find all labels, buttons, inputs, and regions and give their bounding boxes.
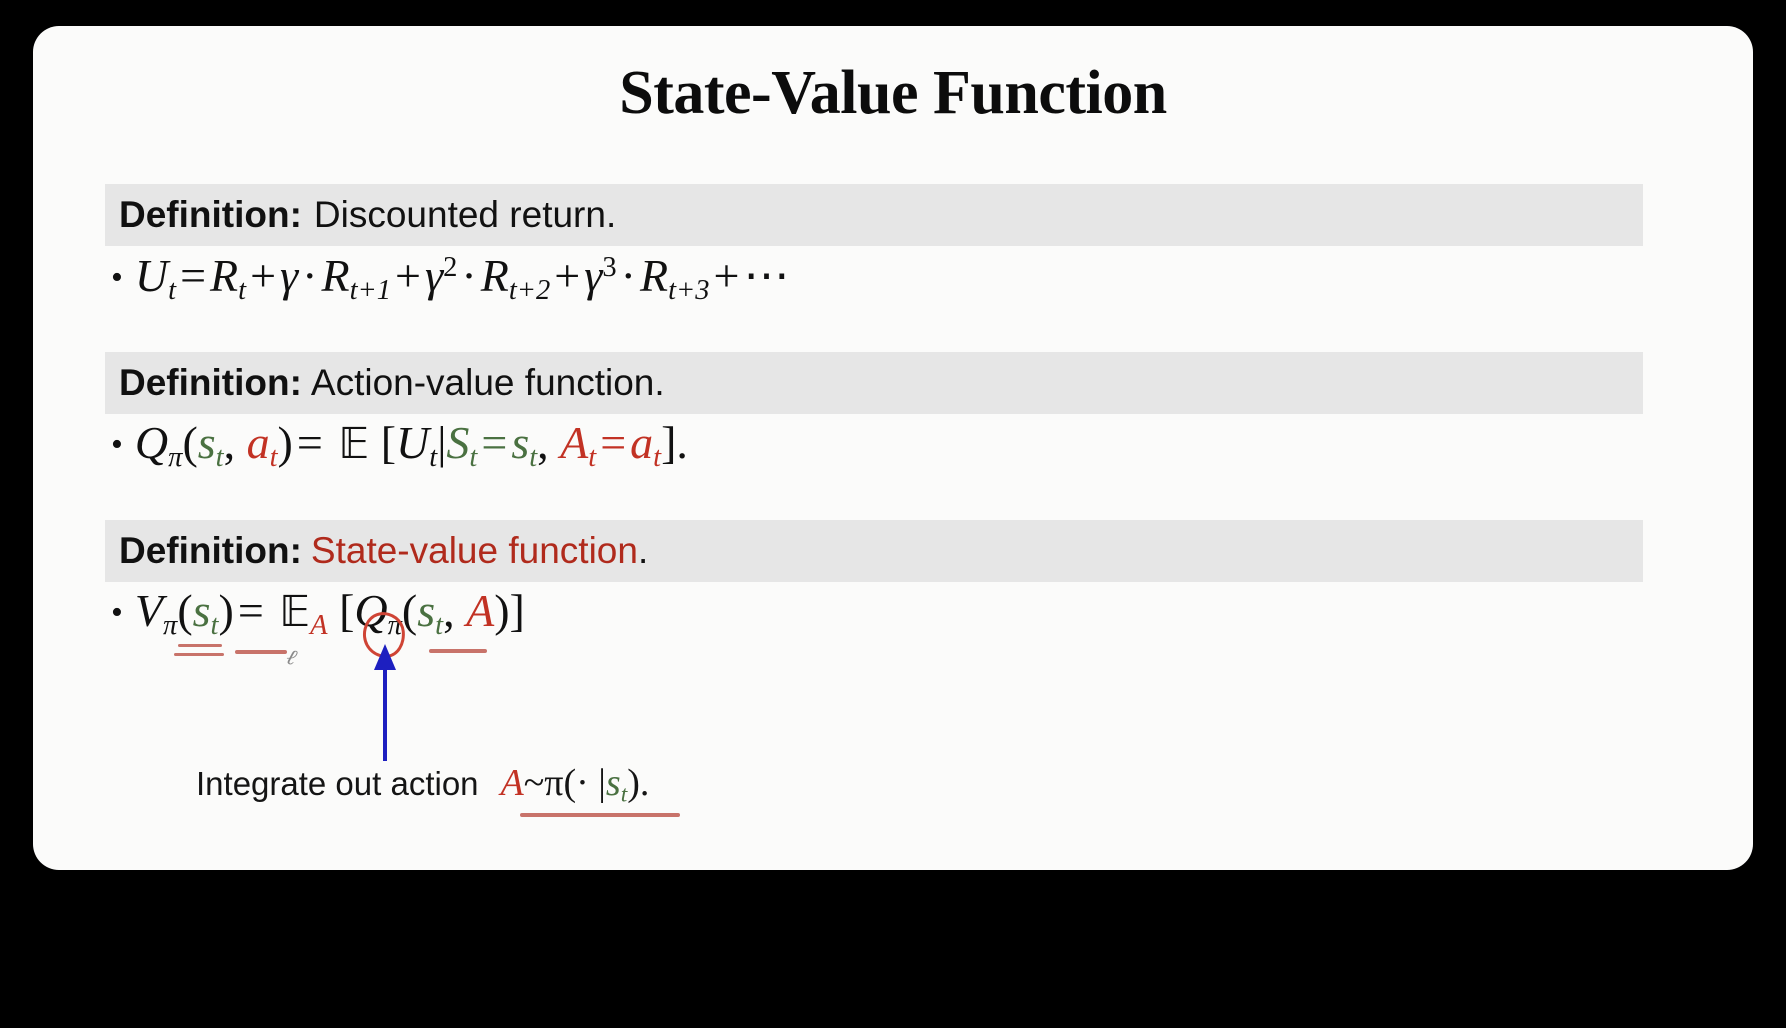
definition-bar-state-value-function: Definition: State-value function. bbox=[105, 520, 1643, 582]
formula-u-dot1: · bbox=[302, 250, 318, 301]
formula-v-lparen: ( bbox=[177, 585, 193, 636]
formula-v-state: s bbox=[192, 585, 211, 636]
formula-u-term3: R bbox=[480, 250, 509, 301]
formula-q-rbracket: ] bbox=[661, 417, 677, 468]
formula-u-ellipsis: ⋯ bbox=[743, 250, 790, 301]
definition-text: State-value function bbox=[310, 530, 638, 571]
formula-q-equals: = bbox=[296, 417, 323, 468]
formula-v-lbracket: [ bbox=[339, 585, 355, 636]
formula-v-state2-sub: t bbox=[435, 609, 444, 641]
formula-u-plus2: + bbox=[395, 250, 421, 301]
formula-q-state: s bbox=[197, 417, 216, 468]
formula-u-equals: = bbox=[180, 250, 207, 301]
definition-bar-action-value-function: Definition: Action-value function. bbox=[105, 352, 1643, 414]
formula-v-V: V bbox=[134, 585, 164, 636]
definition-text: Discounted return. bbox=[313, 194, 617, 235]
formula-q-action: a bbox=[246, 417, 270, 468]
formula-q-expectation-operator: 𝔼 bbox=[338, 419, 370, 468]
formula-u-gamma2-exp: 2 bbox=[443, 252, 458, 284]
formula-v-equals: = bbox=[237, 585, 264, 636]
annotation-note-action-rv: A bbox=[500, 762, 524, 804]
annotation-arrow-shaft bbox=[383, 666, 387, 761]
formula-q-comma: , bbox=[223, 417, 236, 468]
definition-bar-discounted-return: Definition: Discounted return. bbox=[105, 184, 1643, 246]
formula-u-term1: R bbox=[210, 250, 239, 301]
definition-text: Action-value function. bbox=[310, 362, 665, 403]
formula-u-term2: R bbox=[321, 250, 350, 301]
annotation-underline-state bbox=[235, 650, 287, 654]
annotation-note-close: ). bbox=[627, 762, 650, 804]
formula-q-action-sub: t bbox=[269, 441, 278, 473]
formula-v-state2: s bbox=[417, 585, 436, 636]
slide-frame: State-Value Function Definition: Discoun… bbox=[33, 26, 1753, 870]
formula-q-equals2: = bbox=[481, 417, 508, 468]
definition-label: Definition: bbox=[119, 194, 302, 235]
formula-v-expectation-operator: 𝔼 bbox=[279, 587, 311, 636]
formula-u-term3-sub: t+2 bbox=[508, 274, 551, 306]
formula-q-Q: Q bbox=[134, 417, 169, 468]
formula-u-plus3: + bbox=[554, 250, 581, 301]
formula-state-value-function: • Vπ(st)= 𝔼A [Qπ(st, A)] bbox=[111, 584, 525, 642]
formula-q-equals3: = bbox=[600, 417, 627, 468]
formula-u-term4: R bbox=[639, 250, 669, 301]
formula-q-state-sub: t bbox=[215, 441, 224, 473]
bullet-icon: • bbox=[111, 593, 123, 631]
formula-q-comma2: , bbox=[537, 417, 549, 468]
formula-q-State-rv: S bbox=[446, 417, 470, 468]
annotation-underline-policy-note bbox=[520, 813, 680, 817]
annotation-note-distribution: ~π(· | bbox=[523, 762, 606, 804]
formula-u-term2-sub: t+1 bbox=[349, 274, 392, 306]
formula-q-lparen: ( bbox=[182, 417, 198, 468]
formula-v-action-rv: A bbox=[466, 585, 495, 636]
formula-q-state2-sub: t bbox=[529, 441, 538, 473]
formula-q-rparen: ) bbox=[277, 417, 293, 468]
formula-q-period: . bbox=[676, 417, 688, 468]
formula-v-expectation-subscript-A: A bbox=[310, 609, 328, 641]
definition-label: Definition: bbox=[119, 530, 302, 571]
page-title: State-Value Function bbox=[619, 59, 1167, 127]
formula-u-plus1: + bbox=[250, 250, 277, 301]
formula-q-Action-rv-sub: t bbox=[588, 441, 597, 473]
annotation-note: Integrate out action A~π(· |st). bbox=[196, 761, 649, 809]
annotation-arrow-head-icon bbox=[374, 644, 396, 670]
formula-v-pi: π bbox=[163, 609, 178, 641]
formula-u-term1-sub: t bbox=[238, 274, 247, 306]
formula-q-lbracket: [ bbox=[380, 417, 397, 468]
formula-u-gamma3-exp: 3 bbox=[602, 252, 617, 284]
formula-v-rparen2: ) bbox=[494, 585, 510, 636]
formula-u-dot3: · bbox=[620, 250, 636, 301]
formula-u-gamma2: γ bbox=[425, 250, 444, 301]
formula-v-rparen: ) bbox=[218, 585, 234, 636]
formula-q-action2: a bbox=[630, 417, 654, 468]
formula-q-state2: s bbox=[511, 417, 530, 468]
formula-u-lhs: U bbox=[134, 250, 169, 301]
definition-label: Definition: bbox=[119, 362, 302, 403]
formula-u-plus4: + bbox=[713, 250, 740, 301]
formula-q-U-sub: t bbox=[429, 441, 438, 473]
formula-q-pi: π bbox=[168, 441, 183, 473]
formula-v-comma: , bbox=[443, 585, 455, 636]
formula-v-rbracket: ] bbox=[509, 585, 525, 636]
annotation-underline-q-pi bbox=[429, 649, 487, 653]
formula-action-value-function: • Qπ(st, at)= 𝔼 [Ut|St=st, At=at]. bbox=[111, 416, 688, 474]
annotation-note-state: s bbox=[605, 762, 621, 804]
formula-u-gamma3: γ bbox=[584, 250, 603, 301]
annotation-underline-v-pi-upper bbox=[178, 644, 222, 647]
formula-u-term4-sub: t+3 bbox=[668, 274, 710, 306]
formula-q-Action-rv: A bbox=[560, 417, 589, 468]
annotation-squiggle-mark: ℓ bbox=[283, 643, 300, 671]
formula-u-lhs-sub: t bbox=[168, 274, 177, 306]
bullet-icon: • bbox=[111, 258, 123, 296]
definition-text-period: . bbox=[637, 530, 649, 571]
formula-discounted-return: • Ut=Rt+γ·Rt+1+γ2·Rt+2+γ3·Rt+3+⋯ bbox=[111, 248, 789, 307]
formula-u-gamma1: γ bbox=[280, 250, 299, 301]
formula-q-U: U bbox=[396, 417, 430, 468]
annotation-underline-v-pi-lower bbox=[174, 653, 224, 656]
annotation-note-text: Integrate out action bbox=[196, 765, 479, 802]
bullet-icon: • bbox=[111, 425, 123, 463]
formula-u-dot2: · bbox=[461, 250, 477, 301]
formula-q-action2-sub: t bbox=[653, 441, 662, 473]
